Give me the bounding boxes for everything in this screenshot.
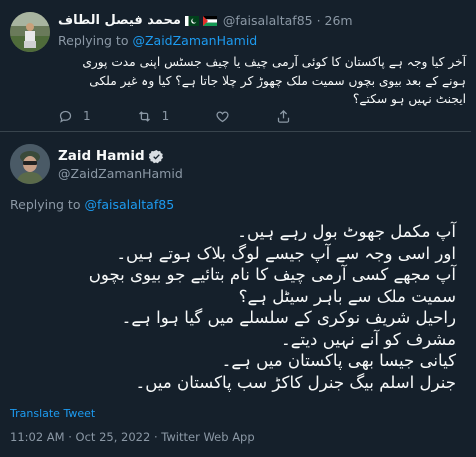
replying-to-label: Replying to @ZaidZamanHamid <box>58 33 258 48</box>
reply-count: 1 <box>83 109 91 123</box>
reply-tweet[interactable]: محمد فیصل الطاف @faisalaltaf85 · 26m Rep… <box>0 0 476 132</box>
author-name[interactable]: Zaid Hamid <box>58 148 145 164</box>
avatar[interactable] <box>10 12 50 52</box>
main-tweet: Zaid Hamid @ZaidZamanHamid Replying to @… <box>0 133 476 457</box>
avatar[interactable] <box>10 144 50 184</box>
replying-to-label: Replying to @faisalaltaf85 <box>10 197 175 212</box>
tweet-timestamp[interactable]: 11:02 AM · Oct 25, 2022 · Twitter Web Ap… <box>10 430 255 444</box>
replying-to-link[interactable]: @ZaidZamanHamid <box>132 33 257 48</box>
verified-badge-icon <box>148 149 163 163</box>
heart-icon <box>216 110 229 122</box>
tweet-text: آپ مکمل جھوٹ بول رہے ہیں۔ اور اسی وجہ سے… <box>10 221 456 393</box>
retweet-icon <box>138 110 150 122</box>
author-handle[interactable]: @faisalaltaf85 · 26m <box>223 13 353 28</box>
reply-icon <box>59 110 72 123</box>
tweet-line: آپ مجھے کسی آرمی چیف کا نام بتائیے جو بی… <box>88 265 456 284</box>
tweet-line: جنرل اسلم بیگ جنرل کاکڑ سب پاکستان میں۔ <box>135 372 457 392</box>
author-name[interactable]: محمد فیصل الطاف <box>58 13 181 28</box>
like-button[interactable] <box>215 109 230 124</box>
tweet-line: راحیل شریف نوکری کے سلسلے میں گیا ہوا ہے… <box>121 308 456 327</box>
tweet-line: سمیت ملک سے باہر سیٹل ہے؟ <box>238 286 456 306</box>
translate-tweet-link[interactable]: Translate Tweet <box>10 407 95 420</box>
share-button[interactable] <box>276 109 291 124</box>
scrollbar[interactable] <box>471 0 476 457</box>
tweet-actions: 1 1 <box>58 108 318 124</box>
share-icon <box>278 109 290 123</box>
palestine-flag-icon <box>202 15 217 26</box>
tweet-line: مشرف کو آنے نہیں دیتے۔ <box>280 329 456 349</box>
author-handle[interactable]: @ZaidZamanHamid <box>58 166 183 181</box>
reply-button[interactable]: 1 <box>58 109 91 124</box>
tweet-line: اور اسی وجہ سے آپ جیسے لوگ بلاک ہوتے ہیں… <box>116 243 456 263</box>
retweet-button[interactable]: 1 <box>137 109 170 124</box>
replying-to-link[interactable]: @faisalaltaf85 <box>84 197 174 212</box>
tweet-text: آخر کیا وجہ ہے پاکستان کا کوئی آرمی چیف … <box>82 55 466 106</box>
retweet-count: 1 <box>161 109 170 123</box>
tweet-line: آپ مکمل جھوٹ بول رہے ہیں۔ <box>237 222 456 241</box>
pakistan-flag-icon <box>184 15 199 26</box>
tweet-line: کیانی جیسا بھی پاکستان میں ہے۔ <box>221 351 456 370</box>
